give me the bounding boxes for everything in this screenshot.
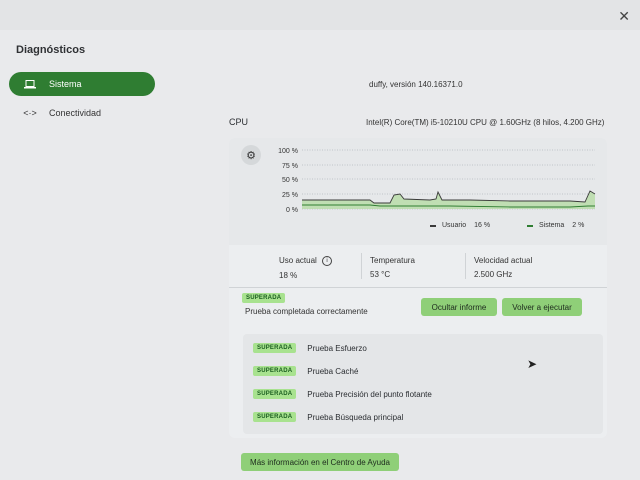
legend-label: Sistema: [539, 222, 565, 229]
version-text: duffy, versión 140.16371.0: [369, 80, 463, 89]
window-titlebar: ✕: [0, 0, 640, 30]
section-title-cpu: CPU: [229, 117, 249, 127]
legend-sistema: Sistema 2 %: [527, 222, 584, 229]
status-badge: SUPERADA: [242, 293, 286, 303]
sidebar-item-sistema[interactable]: Sistema: [9, 72, 155, 96]
stat-value: 18 %: [279, 271, 298, 280]
divider: [465, 253, 466, 279]
routine-name: Prueba Precisión del punto flotante: [307, 389, 432, 399]
sidebar-item-label: Sistema: [49, 79, 82, 89]
status-badge: SUPERADA: [253, 366, 297, 376]
list-item: SUPERADA Prueba Búsqueda principal: [253, 412, 403, 422]
mouse-cursor-icon: ➤: [527, 357, 538, 371]
routine-results-list: SUPERADA Prueba Esfuerzo SUPERADA Prueba…: [243, 334, 603, 434]
stat-label: Velocidad actual: [474, 256, 533, 265]
close-icon[interactable]: ✕: [618, 8, 630, 25]
y-tick-label: 50 %: [282, 177, 298, 184]
y-tick-label: 25 %: [282, 192, 298, 199]
laptop-icon: [21, 79, 39, 89]
list-item: SUPERADA Prueba Caché: [253, 366, 358, 376]
y-tick-labels: 100 % 75 % 50 % 25 % 0 %: [278, 148, 298, 214]
stat-speed: Velocidad actual 2.500 GHz: [474, 256, 532, 279]
legend-value: 2 %: [572, 222, 585, 229]
routine-name: Prueba Caché: [307, 366, 359, 376]
y-tick-label: 100 %: [278, 148, 298, 155]
cpu-model-text: Intel(R) Core(TM) i5-10210U CPU @ 1.60GH…: [366, 118, 605, 127]
list-item: SUPERADA Prueba Precisión del punto flot…: [253, 389, 432, 399]
legend-swatch: [430, 224, 436, 227]
stat-label: Temperatura: [370, 256, 415, 265]
code-arrows-icon: <·>: [23, 108, 37, 118]
status-badge: SUPERADA: [253, 412, 297, 422]
stat-value: 53 °C: [370, 270, 391, 279]
sidebar-item-conectividad[interactable]: <·> Conectividad: [9, 101, 155, 125]
y-tick-label: 75 %: [282, 163, 298, 170]
cpu-usage-chart: 100 % 75 % 50 % 25 % 0 %: [278, 148, 596, 214]
gear-icon: ⚙: [241, 145, 261, 165]
stat-usage: Uso actual i 18 %: [279, 256, 333, 280]
divider: [361, 253, 362, 279]
legend-label: Usuario: [442, 222, 467, 229]
stat-temperature: Temperatura 53 °C: [370, 256, 415, 279]
legend-value: 16 %: [474, 222, 491, 229]
info-icon[interactable]: i: [322, 256, 333, 266]
stat-label: Uso actual: [279, 256, 317, 266]
status-badge: SUPERADA: [253, 389, 297, 399]
list-item: SUPERADA Prueba Esfuerzo: [253, 343, 367, 353]
status-badge: SUPERADA: [253, 343, 297, 353]
routine-name: Prueba Búsqueda principal: [307, 412, 404, 422]
rerun-button[interactable]: Volver a ejecutar: [502, 298, 582, 316]
sidebar-item-label: Conectividad: [49, 108, 102, 118]
help-center-button[interactable]: Más información en el Centro de Ayuda: [241, 453, 399, 471]
legend-swatch: [527, 224, 533, 227]
status-text: Prueba completada correctamente: [245, 307, 368, 316]
page-title: Diagnósticos: [16, 44, 86, 56]
routine-name: Prueba Esfuerzo: [307, 343, 367, 353]
divider: [229, 287, 607, 288]
stat-value: 2.500 GHz: [474, 270, 513, 279]
legend-usuario: Usuario 16 %: [430, 222, 490, 229]
y-tick-label: 0 %: [286, 207, 298, 214]
hide-report-button[interactable]: Ocultar informe: [421, 298, 497, 316]
